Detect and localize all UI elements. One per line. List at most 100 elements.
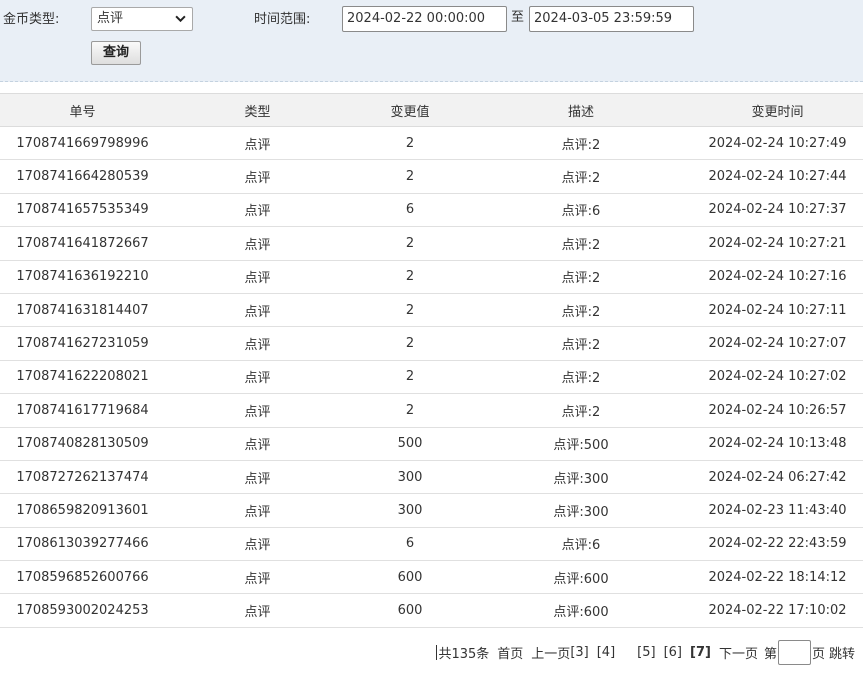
change-value-cell: 600 xyxy=(350,593,470,628)
change-value-cell: 2 xyxy=(350,126,470,161)
order-no-cell: 1708596852600766 xyxy=(0,560,165,595)
total-count: 共135条 xyxy=(438,646,490,662)
order-no-cell: 1708659820913601 xyxy=(0,493,165,528)
type-cell: 点评 xyxy=(165,360,350,395)
change-value-cell: 2 xyxy=(350,393,470,428)
time-range-label: 时间范围: xyxy=(254,12,311,27)
change-value-cell: 2 xyxy=(350,293,470,328)
next-page-link[interactable]: 下一页 xyxy=(719,643,758,662)
change-value-cell: 2 xyxy=(350,159,470,194)
type-cell: 点评 xyxy=(165,226,350,261)
description-cell: 点评:300 xyxy=(470,493,692,528)
header-type: 类型 xyxy=(165,93,350,127)
order-no-cell: 1708741657535349 xyxy=(0,193,165,228)
table-row: 1708741636192210 点评 2 点评:2 2024-02-24 10:27:… xyxy=(0,260,863,294)
change-time-cell: 2024-02-22 18:14:12 xyxy=(692,560,863,595)
description-cell: 点评:300 xyxy=(470,460,692,495)
order-no-cell: 1708741631814407 xyxy=(0,293,165,328)
change-time-cell: 2024-02-24 06:27:42 xyxy=(692,460,863,495)
change-time-cell: 2024-02-22 17:10:02 xyxy=(692,593,863,628)
type-cell: 点评 xyxy=(165,427,350,461)
description-cell: 点评:2 xyxy=(470,226,692,261)
change-value-cell: 300 xyxy=(350,460,470,495)
order-no-cell: 1708741636192210 xyxy=(0,260,165,294)
change-value-cell: 2 xyxy=(350,326,470,361)
change-time-cell: 2024-02-24 10:27:49 xyxy=(692,126,863,161)
table-row: 1708741641872667 点评 2 点评:2 2024-02-24 10:27:… xyxy=(0,226,863,261)
change-time-cell: 2024-02-24 10:26:57 xyxy=(692,393,863,428)
order-no-cell: 1708727262137474 xyxy=(0,460,165,495)
change-value-cell: 600 xyxy=(350,560,470,595)
change-time-cell: 2024-02-24 10:27:11 xyxy=(692,293,863,328)
change-value-cell: 2 xyxy=(350,226,470,261)
description-cell: 点评:6 xyxy=(470,527,692,562)
description-cell: 点评:2 xyxy=(470,260,692,294)
type-cell: 点评 xyxy=(165,460,350,495)
table-row: 1708741631814407 点评 2 点评:2 2024-02-24 10:27:… xyxy=(0,293,863,328)
filter-panel: 金币类型: 点评 时间范围: 2024-02-22 00:00:00 至 202… xyxy=(0,0,863,82)
table-row: 1708613039277466 点评 6 点评:6 2024-02-22 22:43:… xyxy=(0,527,863,562)
header-change-time: 变更时间 xyxy=(692,93,863,127)
change-value-cell: 300 xyxy=(350,493,470,528)
goto-suffix: 页 xyxy=(811,646,825,662)
change-value-cell: 6 xyxy=(350,193,470,228)
prev-page-link[interactable]: 上一页 xyxy=(531,643,570,662)
type-cell: 点评 xyxy=(165,560,350,595)
table-row: 1708741669798996 点评 2 点评:2 2024-02-24 10:27:… xyxy=(0,126,863,161)
order-no-cell: 1708593002024253 xyxy=(0,593,165,628)
header-order-no: 单号 xyxy=(0,93,165,127)
table-row: 1708741617719684 点评 2 点评:2 2024-02-24 10:26:… xyxy=(0,393,863,428)
table-row: 1708593002024253 点评 600 点评:600 2024-02-22 17… xyxy=(0,593,863,628)
page-link-5[interactable]: [5] xyxy=(637,645,655,660)
current-page: [7] xyxy=(690,644,711,660)
header-change-value: 变更值 xyxy=(350,93,470,127)
table-header-row: 单号 类型 变更值 描述 变更时间 xyxy=(0,93,863,127)
description-cell: 点评:2 xyxy=(470,159,692,194)
page-link-6[interactable]: [6] xyxy=(664,645,682,660)
change-time-cell: 2024-02-24 10:27:07 xyxy=(692,326,863,361)
table-row: 1708741627231059 点评 2 点评:2 2024-02-24 10:27:… xyxy=(0,326,863,361)
goto-prefix: 第 xyxy=(763,646,777,662)
order-no-cell: 1708613039277466 xyxy=(0,527,165,562)
coin-type-selected-value: 点评 xyxy=(97,11,124,26)
type-cell: 点评 xyxy=(165,326,350,361)
order-no-cell: 1708741641872667 xyxy=(0,226,165,261)
jump-button[interactable]: 跳转 xyxy=(829,643,855,662)
table-row: 1708741664280539 点评 2 点评:2 2024-02-24 10:27:… xyxy=(0,159,863,194)
description-cell: 点评:2 xyxy=(470,326,692,361)
description-cell: 点评:600 xyxy=(470,560,692,595)
description-cell: 点评:2 xyxy=(470,393,692,428)
header-description: 描述 xyxy=(470,93,692,127)
end-time-input[interactable]: 2024-03-05 23:59:59 xyxy=(529,6,694,32)
order-no-cell: 1708740828130509 xyxy=(0,427,165,461)
description-cell: 点评:2 xyxy=(470,293,692,328)
page-link-3[interactable]: [3] xyxy=(570,645,588,660)
text-cursor xyxy=(436,644,438,660)
description-cell: 点评:2 xyxy=(470,360,692,395)
coin-type-select[interactable]: 点评 xyxy=(91,7,193,31)
pagination: 共135条 首页 上一页 [3] [4] [5] [6] [7] 下一页 第 页… xyxy=(436,639,855,665)
start-time-input[interactable]: 2024-02-22 00:00:00 xyxy=(342,6,507,32)
change-time-cell: 2024-02-24 10:27:16 xyxy=(692,260,863,294)
change-time-cell: 2024-02-24 10:27:44 xyxy=(692,159,863,194)
table-row: 1708741657535349 点评 6 点评:6 2024-02-24 10:27:… xyxy=(0,193,863,228)
type-cell: 点评 xyxy=(165,126,350,161)
description-cell: 点评:6 xyxy=(470,193,692,228)
table-row: 1708659820913601 点评 300 点评:300 2024-02-23 11… xyxy=(0,493,863,528)
order-no-cell: 1708741617719684 xyxy=(0,393,165,428)
type-cell: 点评 xyxy=(165,193,350,228)
table-row: 1708740828130509 点评 500 点评:500 2024-02-24 10… xyxy=(0,427,863,461)
coin-type-label: 金币类型: xyxy=(3,12,60,27)
type-cell: 点评 xyxy=(165,393,350,428)
first-page-link[interactable]: 首页 xyxy=(497,643,523,662)
table-row: 1708741622208021 点评 2 点评:2 2024-02-24 10:27:… xyxy=(0,360,863,395)
table-row: 1708596852600766 点评 600 点评:600 2024-02-22 18… xyxy=(0,560,863,595)
change-value-cell: 2 xyxy=(350,260,470,294)
query-button[interactable]: 查询 xyxy=(91,41,141,65)
page-link-4[interactable]: [4] xyxy=(597,645,615,660)
chevron-down-icon xyxy=(175,15,186,23)
description-cell: 点评:500 xyxy=(470,427,692,461)
change-value-cell: 2 xyxy=(350,360,470,395)
change-time-cell: 2024-02-23 11:43:40 xyxy=(692,493,863,528)
page-number-input[interactable] xyxy=(777,639,811,665)
